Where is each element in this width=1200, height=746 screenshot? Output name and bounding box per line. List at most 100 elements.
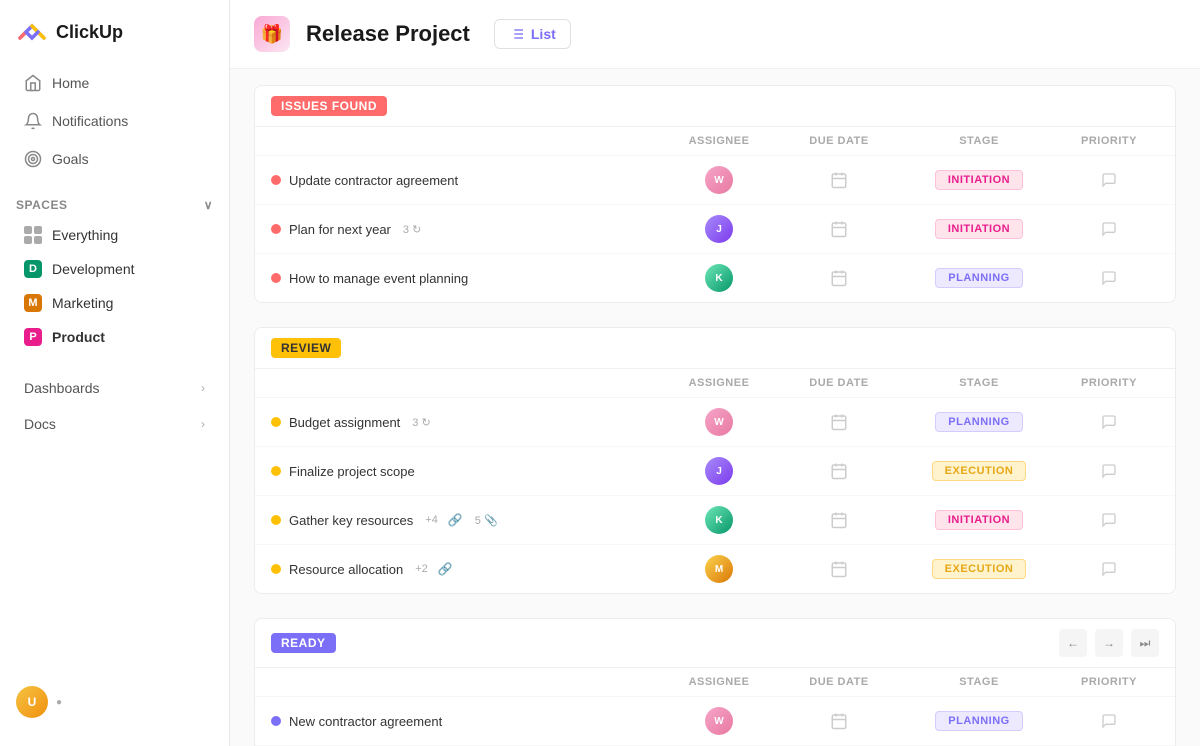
- stage-badge: EXECUTION: [932, 559, 1027, 579]
- avatar: J: [705, 215, 733, 243]
- calendar-icon: [830, 220, 848, 238]
- development-label: Development: [52, 261, 135, 277]
- list-icon: [509, 26, 525, 42]
- col-duedate-r: DUE DATE: [779, 377, 899, 389]
- logo-text: ClickUp: [56, 22, 123, 43]
- table-row[interactable]: Update contractor agreement W INITIATION: [255, 156, 1175, 205]
- table-row[interactable]: How to manage event planning K PLANNING: [255, 254, 1175, 302]
- docs-chevron-icon: ›: [201, 417, 205, 431]
- stage-badge: INITIATION: [935, 510, 1023, 530]
- col-priority-r: PRIORITY: [1059, 377, 1159, 389]
- date-cell: [779, 413, 899, 431]
- product-dot: P: [24, 328, 42, 346]
- date-cell: [779, 462, 899, 480]
- priority-cell: [1059, 512, 1159, 528]
- assignee-cell: W: [659, 408, 779, 436]
- avatar: W: [705, 707, 733, 735]
- task-cell: Plan for next year 3 ↻: [271, 222, 659, 237]
- grid-icon: [24, 226, 42, 244]
- stage-cell: INITIATION: [899, 510, 1059, 530]
- calendar-icon: [830, 462, 848, 480]
- task-cell: How to manage event planning: [271, 271, 659, 286]
- table-row[interactable]: New contractor agreement W PLANNING: [255, 697, 1175, 746]
- sidebar-item-marketing[interactable]: M Marketing: [8, 286, 221, 320]
- date-cell: [779, 269, 899, 287]
- col-assignee-r: ASSIGNEE: [659, 377, 779, 389]
- stage-badge: PLANNING: [935, 412, 1022, 432]
- priority-icon: [1101, 172, 1117, 188]
- section-header-issues: ISSUES FOUND: [255, 86, 1175, 127]
- list-view-button[interactable]: List: [494, 19, 571, 49]
- spaces-chevron-icon[interactable]: ∨: [204, 198, 213, 212]
- stage-badge: PLANNING: [935, 711, 1022, 731]
- dashboards-label: Dashboards: [24, 380, 100, 396]
- avatar: W: [705, 166, 733, 194]
- sidebar-item-goals[interactable]: Goals: [8, 140, 221, 178]
- sidebar-item-home[interactable]: Home: [8, 64, 221, 102]
- col-assignee-rd: ASSIGNEE: [659, 676, 779, 688]
- table-header-issues: ASSIGNEE DUE DATE STAGE PRIORITY: [255, 127, 1175, 156]
- marketing-label: Marketing: [52, 295, 113, 311]
- calendar-icon: [830, 269, 848, 287]
- sidebar-item-docs[interactable]: Docs ›: [8, 406, 221, 442]
- everything-label: Everything: [52, 227, 118, 243]
- table-row[interactable]: Resource allocation +2 🔗 M EXECUTION: [255, 545, 1175, 593]
- section-review: REVIEW ASSIGNEE DUE DATE STAGE PRIORITY …: [254, 327, 1176, 594]
- task-cell: Update contractor agreement: [271, 173, 659, 188]
- assignee-cell: W: [659, 166, 779, 194]
- section-issues-found: ISSUES FOUND ASSIGNEE DUE DATE STAGE PRI…: [254, 85, 1176, 303]
- logo-area: ClickUp: [0, 16, 229, 64]
- col-stage-rd: STAGE: [899, 676, 1059, 688]
- home-label: Home: [52, 75, 89, 91]
- task-status-dot: [271, 175, 281, 185]
- spaces-label: Spaces: [16, 198, 67, 212]
- task-cell: Gather key resources +4 🔗 5 📎: [271, 513, 659, 528]
- user-avatar[interactable]: U: [16, 686, 48, 718]
- sidebar-item-dashboards[interactable]: Dashboards ›: [8, 370, 221, 406]
- toolbar-arrow-right[interactable]: →: [1095, 629, 1123, 657]
- section-label-ready: READY: [271, 633, 336, 653]
- section-label-issues: ISSUES FOUND: [271, 96, 387, 116]
- col-duedate-rd: DUE DATE: [779, 676, 899, 688]
- task-name: Gather key resources: [289, 513, 413, 528]
- priority-icon: [1101, 270, 1117, 286]
- sidebar-item-notifications[interactable]: Notifications: [8, 102, 221, 140]
- priority-icon: [1101, 463, 1117, 479]
- col-stage-r: STAGE: [899, 377, 1059, 389]
- list-view-label: List: [531, 26, 556, 42]
- table-row[interactable]: Plan for next year 3 ↻ J INITIATION: [255, 205, 1175, 254]
- stage-cell: INITIATION: [899, 219, 1059, 239]
- avatar: M: [705, 555, 733, 583]
- bell-icon: [24, 112, 42, 130]
- priority-cell: [1059, 221, 1159, 237]
- spaces-section-header: Spaces ∨: [0, 186, 229, 218]
- stage-badge: INITIATION: [935, 170, 1023, 190]
- section-header-ready: READY ← → ⏭: [255, 619, 1175, 668]
- content-area: ISSUES FOUND ASSIGNEE DUE DATE STAGE PRI…: [230, 69, 1200, 746]
- priority-cell: [1059, 463, 1159, 479]
- col-stage-1: STAGE: [899, 135, 1059, 147]
- assignee-cell: W: [659, 707, 779, 735]
- task-cell: New contractor agreement: [271, 714, 659, 729]
- sidebar-item-everything[interactable]: Everything: [8, 218, 221, 252]
- calendar-icon: [830, 171, 848, 189]
- sidebar-item-product[interactable]: P Product: [8, 320, 221, 354]
- task-name: Plan for next year: [289, 222, 391, 237]
- toolbar-arrow-left[interactable]: ←: [1059, 629, 1087, 657]
- attachment-badge: 5 📎: [475, 514, 498, 527]
- sidebar: ClickUp Home Notifications Goals Spaces …: [0, 0, 230, 746]
- development-dot: D: [24, 260, 42, 278]
- table-row[interactable]: Budget assignment 3 ↻ W PLANNING: [255, 398, 1175, 447]
- stage-badge: INITIATION: [935, 219, 1023, 239]
- table-row[interactable]: Gather key resources +4 🔗 5 📎 K INITIATI…: [255, 496, 1175, 545]
- avatar: K: [705, 264, 733, 292]
- table-row[interactable]: Finalize project scope J EXECUTION: [255, 447, 1175, 496]
- link-icon: 🔗: [448, 513, 463, 527]
- sidebar-item-development[interactable]: D Development: [8, 252, 221, 286]
- avatar: K: [705, 506, 733, 534]
- priority-icon: [1101, 221, 1117, 237]
- stage-badge: EXECUTION: [932, 461, 1027, 481]
- toolbar-skip-forward[interactable]: ⏭: [1131, 629, 1159, 657]
- section-label-review: REVIEW: [271, 338, 341, 358]
- task-status-dot: [271, 417, 281, 427]
